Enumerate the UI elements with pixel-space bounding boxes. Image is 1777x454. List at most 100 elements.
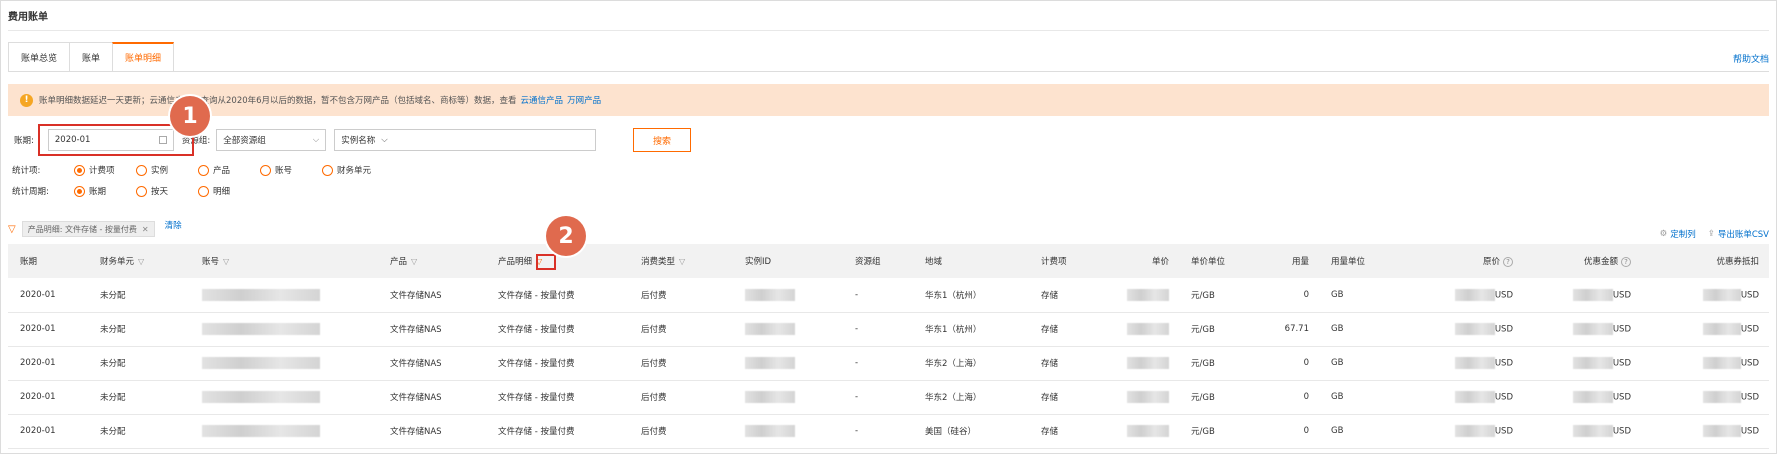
- stat-item-finance-unit[interactable]: 财务单元: [322, 164, 371, 176]
- table-cell: [733, 346, 843, 381]
- table-cell: [1103, 380, 1179, 415]
- table-cell: [1103, 278, 1179, 313]
- table-cell: 文件存储 - 按量付费: [486, 312, 629, 347]
- redacted-value: [1454, 357, 1495, 369]
- table-cell: USD: [1523, 346, 1641, 381]
- table-cell: 2020-01: [8, 278, 88, 313]
- table-cell: GB: [1319, 380, 1427, 415]
- radio-label: 账期: [89, 187, 107, 197]
- stat-item-product[interactable]: 产品: [198, 164, 260, 176]
- page-title: 费用账单: [8, 12, 48, 23]
- table-cell: 后付费: [629, 312, 733, 347]
- stat-item-instance[interactable]: 实例: [136, 164, 198, 176]
- radio-label: 实例: [151, 166, 169, 176]
- table-cell: 未分配: [88, 278, 190, 313]
- table-cell: [190, 346, 378, 381]
- table-cell: [733, 380, 843, 415]
- redacted-value: [1702, 357, 1741, 369]
- search-button[interactable]: 搜索: [633, 128, 691, 152]
- tab-bill[interactable]: 账单: [69, 42, 113, 72]
- table-row: 2020-01 未分配 文件存储NAS 文件存储 - 按量付费 后付费 - 华东1（杭州）存…: [8, 278, 1769, 313]
- notice-banner: ! 账单明细数据延迟一天更新；云通信产品可查询从2020年6月以后的数据，暂不包…: [8, 84, 1769, 116]
- table-cell: 67.71: [1249, 312, 1319, 347]
- redacted-value: [1702, 323, 1741, 335]
- table-cell: USD: [1523, 312, 1641, 347]
- resource-group-select[interactable]: 全部资源组 ⌵: [216, 129, 327, 151]
- notice-link-wanwang[interactable]: 万网产品: [567, 94, 601, 106]
- help-icon[interactable]: ?: [1621, 257, 1631, 267]
- table-cell: 2020-01: [8, 346, 88, 381]
- table-cell: 文件存储NAS: [378, 346, 486, 381]
- redacted-value: [1127, 357, 1169, 369]
- col-header-finance-unit: 财务单元 ▽: [88, 244, 190, 278]
- stat-period-detail[interactable]: 明细: [198, 185, 230, 197]
- radio-label: 产品: [213, 166, 231, 176]
- redacted-value: [1572, 425, 1613, 437]
- help-icon[interactable]: ?: [1503, 257, 1513, 267]
- redacted-value: [1702, 425, 1741, 437]
- col-header-resource-group: 资源组: [843, 244, 913, 278]
- table-cell: GB: [1319, 312, 1427, 347]
- redacted-value: [1702, 288, 1741, 301]
- stat-item-account[interactable]: 账号: [260, 164, 322, 176]
- instance-field-select[interactable]: 实例名称: [341, 134, 375, 146]
- table-cell: [190, 312, 378, 347]
- table-cell: 2020-01: [8, 380, 88, 415]
- table-cell: 0: [1249, 414, 1319, 449]
- stat-item-label: 统计项:: [12, 166, 41, 176]
- table-cell: 文件存储 - 按量付费: [486, 346, 629, 381]
- redacted-value: [745, 425, 795, 437]
- stat-item-billing-item[interactable]: 计费项: [74, 164, 136, 176]
- notice-text: 账单明细数据延迟一天更新；云通信产品可查询从2020年6月以后的数据，暂不包含万…: [39, 96, 517, 106]
- instance-search-input[interactable]: 实例名称 ⌵: [334, 129, 597, 151]
- period-label: 账期:: [14, 136, 34, 146]
- table-cell: GB: [1319, 346, 1427, 381]
- stat-period-billing-cycle[interactable]: 账期: [74, 185, 136, 197]
- filter-icon[interactable]: ▽: [138, 257, 144, 266]
- filter-icon: ▽: [8, 223, 16, 235]
- filter-icon[interactable]: ▽: [223, 257, 229, 266]
- stat-period-daily[interactable]: 按天: [136, 185, 198, 197]
- radio-label: 计费项: [89, 166, 115, 176]
- table-tools: ⚙ 定制列 ⇪ 导出账单CSV: [1660, 228, 1769, 240]
- chevron-down-icon: ⌵: [312, 135, 320, 145]
- table-cell: 后付费: [629, 278, 733, 313]
- table-row: 2020-01 未分配 文件存储NAS 文件存储 - 按量付费 后付费 - 华东2（上海）存…: [8, 380, 1769, 415]
- table-cell: -: [843, 380, 913, 415]
- table-cell: 后付费: [629, 380, 733, 415]
- filter-icon[interactable]: ▽: [679, 257, 685, 266]
- filter-chip: 产品明细: 文件存储 - 按量付费 ✕: [21, 221, 155, 237]
- tab-bar: 账单总览 账单 账单明细: [8, 42, 175, 72]
- table-cell: 文件存储NAS: [378, 414, 486, 449]
- redacted-value: [1572, 391, 1613, 403]
- tab-bill-details[interactable]: 账单明细: [112, 42, 175, 72]
- export-icon: ⇪: [1707, 229, 1715, 239]
- radio-selected-icon: [74, 164, 85, 176]
- col-header-price-unit: 单价单位: [1179, 244, 1249, 278]
- radio-icon: [136, 185, 147, 197]
- table-cell: [1103, 414, 1179, 449]
- resource-group-value: 全部资源组: [223, 136, 266, 146]
- export-csv-link[interactable]: 导出账单CSV: [1718, 228, 1769, 240]
- table-cell: USD: [1523, 414, 1641, 449]
- close-icon[interactable]: ✕: [142, 225, 149, 234]
- redacted-value: [1127, 391, 1169, 403]
- notice-link-cloud-comm[interactable]: 云通信产品: [521, 94, 564, 106]
- radio-icon: [198, 164, 209, 176]
- table-cell: 未分配: [88, 312, 190, 347]
- customize-columns-link[interactable]: 定制列: [1670, 228, 1696, 240]
- tab-bill-overview[interactable]: 账单总览: [8, 42, 70, 72]
- redacted-value: [202, 391, 320, 403]
- filter-icon[interactable]: ▽: [411, 257, 417, 266]
- table-cell: 未分配: [88, 414, 190, 449]
- table-cell: 0: [1249, 278, 1319, 313]
- table-cell: 存储: [1029, 278, 1103, 313]
- col-header-instance-id: 实例ID: [733, 244, 843, 278]
- table-cell: [733, 278, 843, 313]
- help-docs-link[interactable]: 帮助文档: [1733, 52, 1769, 65]
- product-detail-filter-highlight: [536, 254, 556, 270]
- clear-filters-link[interactable]: 清除: [165, 219, 182, 231]
- table-cell: 华东1（杭州）: [913, 312, 1029, 347]
- redacted-value: [745, 323, 795, 335]
- table-cell: [733, 414, 843, 449]
